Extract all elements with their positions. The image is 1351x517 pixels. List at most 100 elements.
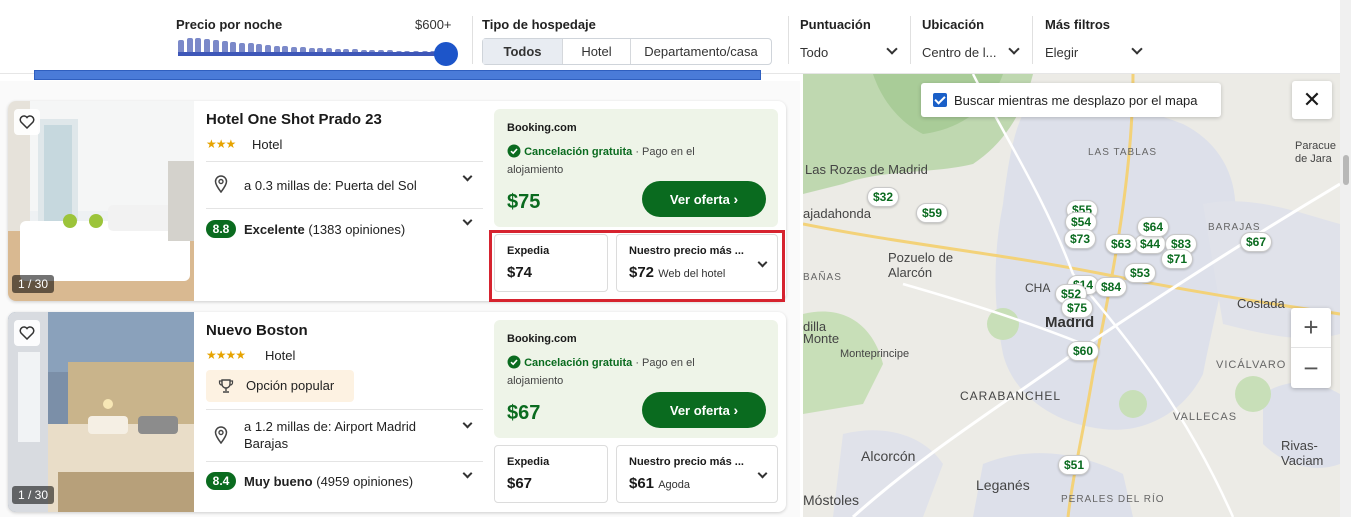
search-while-moving-label: Buscar mientras me desplazo por el mapa: [954, 93, 1198, 108]
divider: [206, 161, 483, 162]
price-slider-track[interactable]: [178, 52, 446, 56]
favorite-heart-icon[interactable]: [14, 109, 40, 135]
trophy-icon: [218, 379, 234, 393]
price-pin[interactable]: $64: [1137, 217, 1170, 237]
lodging-type-segmented: Todos Hotel Departamento/casa: [482, 38, 772, 65]
alt-offer-best-price[interactable]: Nuestro precio más ... $61 Agoda: [616, 445, 778, 503]
price-pin[interactable]: $84: [1095, 277, 1128, 297]
popular-badge-label: Opción popular: [246, 378, 335, 393]
price-pin[interactable]: $73: [1064, 229, 1097, 249]
main-offer[interactable]: Booking.com Cancelación gratuita · Pago …: [494, 109, 778, 227]
view-deal-button[interactable]: Ver oferta ›: [642, 181, 766, 217]
price-pin[interactable]: $63: [1105, 234, 1138, 254]
check-circle-icon: [507, 355, 521, 369]
divider: [910, 16, 911, 64]
checkbox-checked-icon[interactable]: [933, 93, 947, 107]
star-rating: ★★★★: [206, 348, 246, 362]
price-pin[interactable]: $51: [1058, 455, 1091, 475]
offer-provider: Booking.com: [507, 122, 577, 134]
image-counter: 1 / 30: [12, 486, 55, 504]
chevron-down-icon[interactable]: [462, 468, 473, 479]
offer-price: $67: [507, 402, 541, 424]
scrollbar-thumb[interactable]: [1343, 155, 1349, 185]
location-filter-dropdown[interactable]: Centro de l...: [922, 40, 1024, 64]
location-filter-label: Ubicación: [922, 17, 985, 32]
map-label: PERALES DEL RÍO: [1061, 494, 1165, 505]
close-map-button[interactable]: ✕: [1292, 81, 1332, 119]
distance-text: a 0.3 millas de: Puerta del Sol: [244, 178, 417, 193]
alt-offer-price: $61: [629, 475, 655, 492]
main-offer[interactable]: Booking.com Cancelación gratuita · Pago …: [494, 320, 778, 438]
free-cancel-text: Cancelación gratuita: [524, 357, 633, 369]
map-label: Pozuelo de Alarcón: [888, 250, 954, 280]
map-label: VICÁLVARO: [1216, 359, 1287, 371]
view-deal-button[interactable]: Ver oferta ›: [642, 392, 766, 428]
divider: [206, 461, 483, 462]
price-pin[interactable]: $59: [916, 203, 949, 223]
hotel-name[interactable]: Hotel One Shot Prado 23: [206, 111, 382, 128]
chevron-down-icon[interactable]: [462, 171, 473, 182]
popular-badge: Opción popular: [206, 370, 354, 402]
offer-price: $75: [507, 191, 541, 213]
chevron-down-icon: [757, 468, 768, 479]
alt-offer-price: $67: [507, 475, 533, 492]
result-card[interactable]: 1 / 30 Nuevo Boston ★★★★ Hotel Opción po…: [8, 312, 786, 512]
lodging-type-hotel[interactable]: Hotel: [563, 39, 631, 64]
chevron-down-icon[interactable]: [462, 418, 473, 429]
price-filter-label: Precio por noche: [176, 17, 283, 32]
view-deal-label: Ver oferta: [669, 402, 730, 418]
page-scrollbar[interactable]: [1340, 0, 1351, 517]
distance-text: a 1.2 millas de: Airport Madrid Barajas: [244, 419, 416, 451]
favorite-heart-icon[interactable]: [14, 320, 40, 346]
map-label: Coslada: [1237, 296, 1285, 311]
price-pin[interactable]: $60: [1067, 341, 1100, 361]
price-pin[interactable]: $53: [1124, 263, 1157, 283]
divider: [206, 208, 483, 209]
alt-offer-expedia[interactable]: Expedia $67: [494, 445, 608, 503]
lodging-type-apartment[interactable]: Departamento/casa: [631, 39, 771, 64]
map-label: Monte: [803, 331, 840, 346]
map-label: CHA: [1025, 281, 1051, 295]
view-deal-label: Ver oferta: [669, 191, 730, 207]
rating-filter-value: Todo: [800, 45, 829, 60]
chevron-down-icon: [1131, 43, 1143, 55]
alt-offer-provider: Nuestro precio más ...: [629, 456, 744, 468]
chevron-down-icon[interactable]: [462, 215, 473, 226]
results-map[interactable]: Las Rozas de Madrid ajadahonda Pozuelo d…: [803, 74, 1340, 517]
price-pin[interactable]: $75: [1061, 298, 1094, 318]
location-pin-icon: [214, 426, 228, 444]
price-pin[interactable]: $44: [1134, 234, 1167, 254]
zoom-in-button[interactable]: +: [1291, 308, 1331, 348]
free-cancel-text: Cancelación gratuita: [524, 146, 633, 158]
review-count: (4959 opiniones): [316, 474, 414, 489]
alt-offer-price-row: $61 Agoda: [629, 475, 690, 492]
price-pin[interactable]: $67: [1240, 232, 1273, 252]
more-filters-dropdown[interactable]: Elegir: [1045, 40, 1147, 64]
banner-edge: [34, 70, 761, 80]
map-label: Rivas-Vaciam: [1281, 438, 1324, 468]
price-pin[interactable]: $71: [1161, 249, 1194, 269]
chevron-down-icon: [886, 43, 898, 55]
more-filters-value: Elegir: [1045, 45, 1079, 60]
price-slider-handle[interactable]: [434, 42, 458, 66]
alt-offer-source: Agoda: [658, 479, 691, 491]
image-counter: 1 / 30: [12, 275, 55, 293]
map-label: Alcorcón: [861, 448, 916, 464]
rating-word: Muy bueno: [244, 474, 313, 489]
search-while-moving-toggle[interactable]: Buscar mientras me desplazo por el mapa: [921, 83, 1221, 117]
lodging-type-all[interactable]: Todos: [483, 39, 563, 64]
divider: [206, 409, 483, 410]
divider: [788, 16, 789, 64]
map-label: Leganés: [976, 477, 1030, 493]
filter-bar: Precio por noche $600+ Tipo de hospedaje…: [0, 0, 1351, 74]
close-icon: ✕: [1302, 87, 1322, 112]
map-label: ajadahonda: [803, 206, 871, 221]
price-pin[interactable]: $32: [867, 187, 900, 207]
rating-filter-dropdown[interactable]: Todo: [800, 40, 902, 64]
zoom-out-button[interactable]: −: [1291, 348, 1331, 388]
star-rating: ★★★: [206, 137, 236, 151]
offer-provider: Booking.com: [507, 333, 577, 345]
map-label: Paracue de Jara: [1295, 140, 1336, 165]
location-pin-icon: [214, 175, 228, 193]
hotel-name[interactable]: Nuevo Boston: [206, 322, 308, 339]
